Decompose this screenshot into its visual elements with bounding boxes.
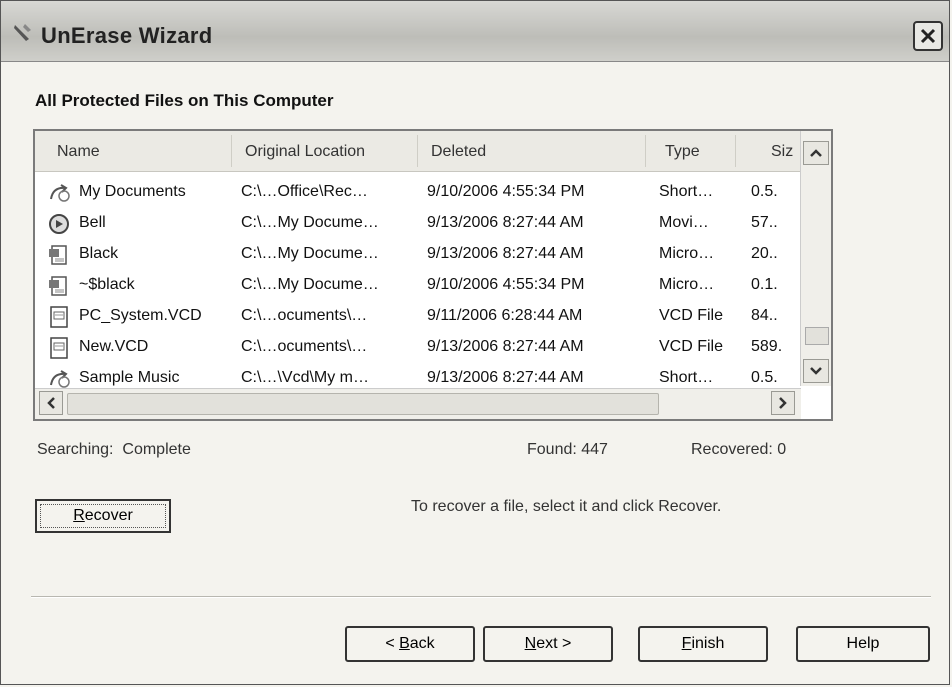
recovered-count: Recovered: 0 — [691, 441, 787, 458]
file-type: Micro… — [659, 276, 715, 293]
movie-icon — [49, 214, 69, 234]
column-header-deleted[interactable]: Deleted — [431, 143, 486, 161]
chevron-right-icon — [779, 397, 787, 409]
recover-hint: To recover a file, select it and click R… — [411, 498, 722, 515]
column-header-name[interactable]: Name — [57, 143, 100, 161]
wizard-app-icon — [14, 24, 31, 41]
file-name: Bell — [79, 214, 106, 231]
shortcut-icon — [50, 184, 70, 202]
file-deleted-date: 9/13/2006 8:27:44 AM — [427, 338, 584, 355]
file-deleted-date: 9/13/2006 8:27:44 AM — [427, 369, 584, 386]
file-original-location: C:\…My Docume… — [241, 276, 379, 293]
list-column-header: Name Original Location Deleted Type Siz — [35, 131, 801, 172]
next-button[interactable]: Next > — [483, 626, 613, 662]
file-type: Movi… — [659, 214, 709, 231]
file-row[interactable]: PC_System.VCD C:\…ocuments\… 9/11/2006 6:2… — [35, 301, 801, 332]
file-deleted-date: 9/13/2006 8:27:44 AM — [427, 214, 584, 231]
word-document-icon — [49, 276, 67, 296]
file-row[interactable]: ~$black C:\…My Docume… 9/10/2006 4:55:34 P… — [35, 270, 801, 301]
scroll-up-button[interactable] — [803, 141, 829, 165]
file-original-location: C:\…ocuments\… — [241, 307, 368, 324]
scroll-right-button[interactable] — [771, 391, 795, 415]
vertical-scrollbar[interactable] — [800, 131, 831, 386]
file-original-location: C:\…ocuments\… — [241, 338, 368, 355]
file-row[interactable]: Bell C:\…My Docume… 9/13/2006 8:27:44 AM Mo… — [35, 208, 801, 239]
divider — [31, 596, 931, 598]
file-row[interactable]: Black C:\…My Docume… 9/13/2006 8:27:44 AM M… — [35, 239, 801, 270]
finish-button[interactable]: Finish — [638, 626, 768, 662]
close-button[interactable] — [913, 21, 943, 51]
found-count: Found: 447 — [527, 441, 608, 458]
chevron-left-icon — [47, 397, 55, 409]
file-name: PC_System.VCD — [79, 307, 202, 324]
file-name: ~$black — [79, 276, 135, 293]
file-name: Black — [79, 245, 119, 262]
searching-label: Searching: — [37, 441, 114, 458]
file-row[interactable]: New.VCD C:\…ocuments\… 9/13/2006 8:27:44 A… — [35, 332, 801, 363]
file-size: 589. — [751, 338, 783, 355]
horizontal-scroll-thumb[interactable] — [67, 393, 659, 415]
file-original-location: C:\…My Docume… — [241, 245, 379, 262]
file-type: Short… — [659, 369, 714, 386]
file-original-location: C:\…Office\Rec… — [241, 183, 368, 200]
scroll-left-button[interactable] — [39, 391, 63, 415]
searching-value: Complete — [122, 441, 191, 458]
file-name: New.VCD — [79, 338, 149, 355]
file-original-location: C:\…\Vcd\My m… — [241, 369, 370, 386]
file-size: 84.. — [751, 307, 778, 324]
file-size: 0.5. — [751, 183, 778, 200]
file-deleted-date: 9/10/2006 4:55:34 PM — [427, 276, 585, 293]
help-button[interactable]: Help — [796, 626, 930, 662]
file-name: Sample Music — [79, 369, 180, 386]
word-document-icon — [49, 245, 67, 265]
close-icon — [920, 28, 936, 44]
vcd-file-icon — [50, 306, 68, 328]
back-button[interactable]: < Back — [345, 626, 475, 662]
file-type: VCD File — [659, 338, 724, 355]
file-row[interactable]: My Documents C:\…Office\Rec… 9/10/2006 4:5… — [35, 177, 801, 208]
file-type: VCD File — [659, 307, 724, 324]
horizontal-scrollbar[interactable] — [35, 388, 801, 419]
file-deleted-date: 9/11/2006 6:28:44 AM — [427, 307, 583, 324]
unerase-wizard-window: UnErase Wizard All Protected Files on Th… — [0, 0, 950, 685]
window-title: UnErase Wizard — [41, 23, 213, 48]
vertical-scroll-thumb[interactable] — [805, 327, 829, 345]
page-heading: All Protected Files on This Computer — [35, 91, 334, 110]
file-size: 57.. — [751, 214, 778, 231]
file-deleted-date: 9/10/2006 4:55:34 PM — [427, 183, 585, 200]
column-header-original-location[interactable]: Original Location — [245, 143, 365, 161]
title-bar[interactable]: UnErase Wizard — [1, 1, 949, 62]
file-size: 0.1. — [751, 276, 778, 293]
column-header-size[interactable]: Siz — [771, 143, 793, 161]
chevron-down-icon — [810, 367, 822, 375]
file-size: 0.5. — [751, 369, 778, 386]
recover-button[interactable]: Recover — [35, 499, 171, 533]
searching-status: Searching: Complete — [37, 441, 191, 459]
file-type: Micro… — [659, 245, 715, 262]
vcd-file-icon — [50, 337, 68, 359]
scroll-down-button[interactable] — [803, 359, 829, 383]
chevron-up-icon — [810, 149, 822, 157]
file-original-location: C:\…My Docume… — [241, 214, 379, 231]
file-name: My Documents — [79, 183, 186, 200]
file-type: Short… — [659, 183, 714, 200]
column-header-type[interactable]: Type — [665, 143, 700, 161]
file-deleted-date: 9/13/2006 8:27:44 AM — [427, 245, 584, 262]
protected-files-list[interactable]: Name Original Location Deleted Type Siz … — [33, 129, 833, 421]
file-size: 20.. — [751, 245, 778, 262]
